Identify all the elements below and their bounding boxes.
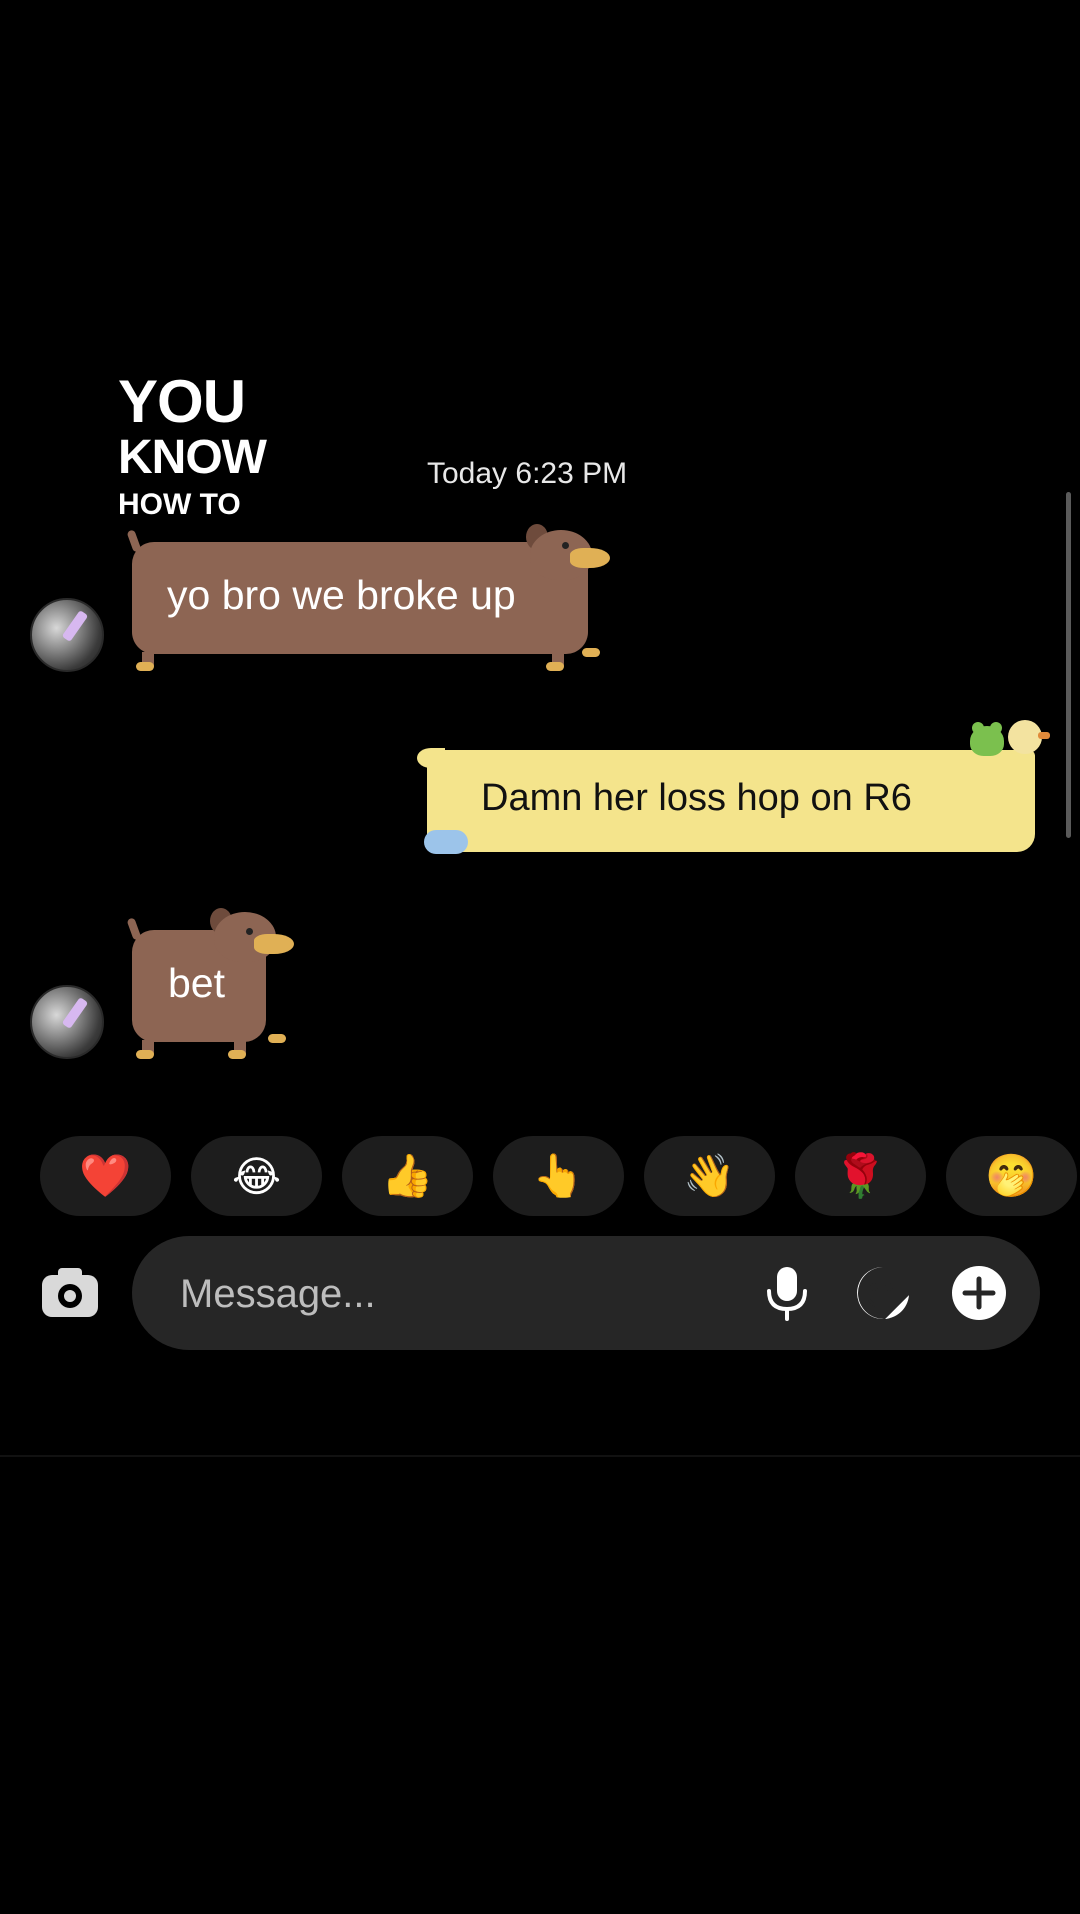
watermark-logo: YOU KNOW HOW TO <box>118 368 267 521</box>
reaction-rose-button[interactable]: 🌹 <box>795 1136 926 1216</box>
reaction-hand-over-mouth-button[interactable]: 🤭 <box>946 1136 1077 1216</box>
message-timestamp: Today 6:23 PM <box>427 457 628 490</box>
plus-icon <box>952 1266 1006 1320</box>
more-options-button[interactable] <box>950 1264 1008 1322</box>
duck-sticker-decoration <box>1008 720 1050 754</box>
quick-reactions-bar: ❤️ 😂 👍 👆 👋 🌹 🤭 <box>40 1136 1080 1216</box>
chat-scrollbar[interactable] <box>1066 492 1071 838</box>
message-text: bet <box>168 960 225 1006</box>
hand-over-mouth-icon: 🤭 <box>985 1151 1038 1200</box>
received-message-bubble[interactable]: yo bro we broke up <box>122 522 622 672</box>
rose-icon: 🌹 <box>834 1151 887 1200</box>
camera-button[interactable] <box>38 1264 102 1328</box>
sender-avatar[interactable] <box>30 985 104 1059</box>
waving-hand-icon: 👋 <box>683 1151 736 1200</box>
received-message-bubble[interactable]: bet <box>122 908 302 1059</box>
reaction-laughing-button[interactable]: 😂 <box>191 1136 322 1216</box>
divider <box>0 1455 1080 1457</box>
reaction-wave-button[interactable]: 👋 <box>644 1136 775 1216</box>
sticker-button[interactable] <box>854 1264 912 1322</box>
chat-screen: YOU KNOW HOW TO Today 6:23 PM yo bro we … <box>0 0 1080 1914</box>
watermark-line-1: YOU <box>118 368 246 435</box>
reaction-pointing-button[interactable]: 👆 <box>493 1136 624 1216</box>
voice-message-button[interactable] <box>758 1264 816 1322</box>
reaction-heart-button[interactable]: ❤️ <box>40 1136 171 1216</box>
watermark-line-3: HOW TO <box>118 488 241 521</box>
message-input[interactable] <box>178 1266 722 1322</box>
sent-message-bubble[interactable]: Damn her loss hop on R6 <box>417 748 1035 852</box>
thumbs-up-icon: 👍 <box>381 1151 434 1200</box>
sender-avatar[interactable] <box>30 598 104 672</box>
cloud-decoration <box>424 830 468 854</box>
frog-sticker-decoration <box>970 722 1004 756</box>
laughing-tears-icon: 😂 <box>231 1151 282 1201</box>
microphone-icon <box>767 1267 807 1321</box>
heart-icon: ❤️ <box>79 1151 132 1200</box>
message-text: Damn her loss hop on R6 <box>481 777 912 819</box>
watermark-line-2: KNOW <box>118 431 267 484</box>
message-composer <box>132 1236 1040 1350</box>
message-text: yo bro we broke up <box>167 572 516 618</box>
reaction-thumbs-up-button[interactable]: 👍 <box>342 1136 473 1216</box>
pointing-up-icon: 👆 <box>532 1151 585 1200</box>
sticker-icon <box>857 1267 909 1320</box>
camera-icon <box>42 1268 98 1317</box>
